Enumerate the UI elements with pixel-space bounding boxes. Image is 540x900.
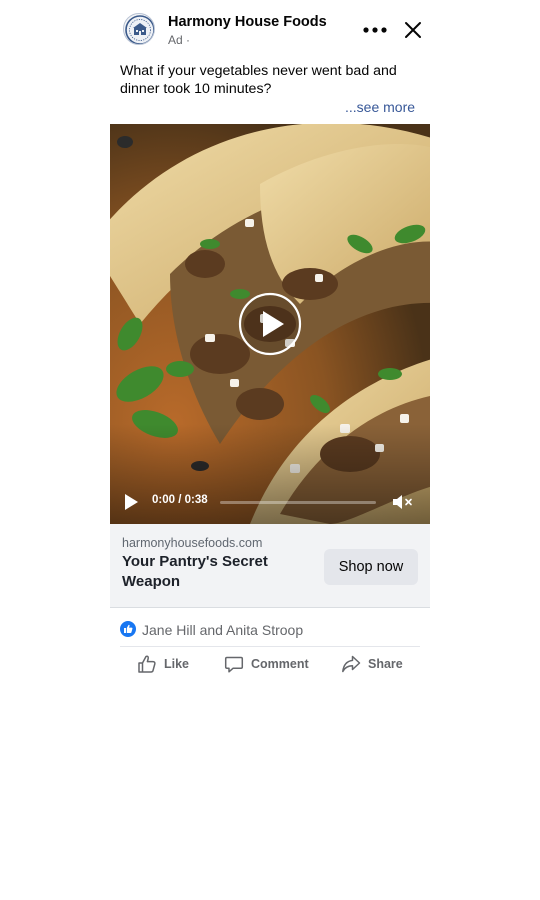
page-name[interactable]: Harmony House Foods [168, 14, 327, 30]
more-dots-icon [363, 27, 387, 33]
sponsored-label: Ad · [168, 33, 191, 47]
play-icon [125, 494, 138, 510]
like-button[interactable]: Like [137, 650, 189, 678]
like-reaction-badge [120, 621, 136, 637]
reactor-names[interactable]: Jane Hill and Anita Stroop [142, 622, 303, 638]
video-scrubber[interactable] [220, 501, 376, 504]
like-label: Like [164, 657, 190, 671]
muted-speaker-icon [393, 495, 412, 509]
control-play-button[interactable] [123, 493, 141, 511]
comment-icon [224, 656, 244, 673]
thumbs-up-icon [138, 655, 156, 673]
link-preview-card[interactable]: harmonyhousefoods.com Your Pantry's Secr… [110, 524, 430, 608]
page-avatar[interactable] [123, 13, 155, 45]
post-header: Harmony House Foods Ad · [120, 12, 424, 52]
share-button[interactable]: Share [341, 650, 403, 678]
share-label: Share [368, 657, 403, 671]
shop-now-button[interactable]: Shop now [324, 549, 418, 585]
video-time: 0:00 / 0:38 [152, 494, 208, 506]
comment-button[interactable]: Comment [224, 650, 309, 678]
actions-divider [120, 646, 420, 647]
close-button[interactable] [402, 19, 424, 41]
more-options-button[interactable] [363, 20, 387, 40]
video-controls: 0:00 / 0:38 [110, 484, 430, 524]
thumbs-up-icon [124, 624, 133, 633]
share-icon [342, 655, 361, 673]
play-icon [238, 292, 302, 356]
post-actions: Like Comment Share [120, 650, 420, 678]
close-icon [405, 22, 421, 38]
mute-button[interactable] [392, 492, 414, 512]
link-headline: Your Pantry's Secret Weapon [122, 553, 268, 590]
comment-label: Comment [251, 657, 309, 671]
link-domain: harmonyhousefoods.com [122, 536, 263, 550]
seal-logo-icon [125, 15, 154, 44]
play-overlay-button[interactable] [238, 292, 302, 356]
see-more-link[interactable]: ...see more [345, 99, 415, 115]
post-text: What if your vegetables never went bad a… [120, 63, 397, 97]
